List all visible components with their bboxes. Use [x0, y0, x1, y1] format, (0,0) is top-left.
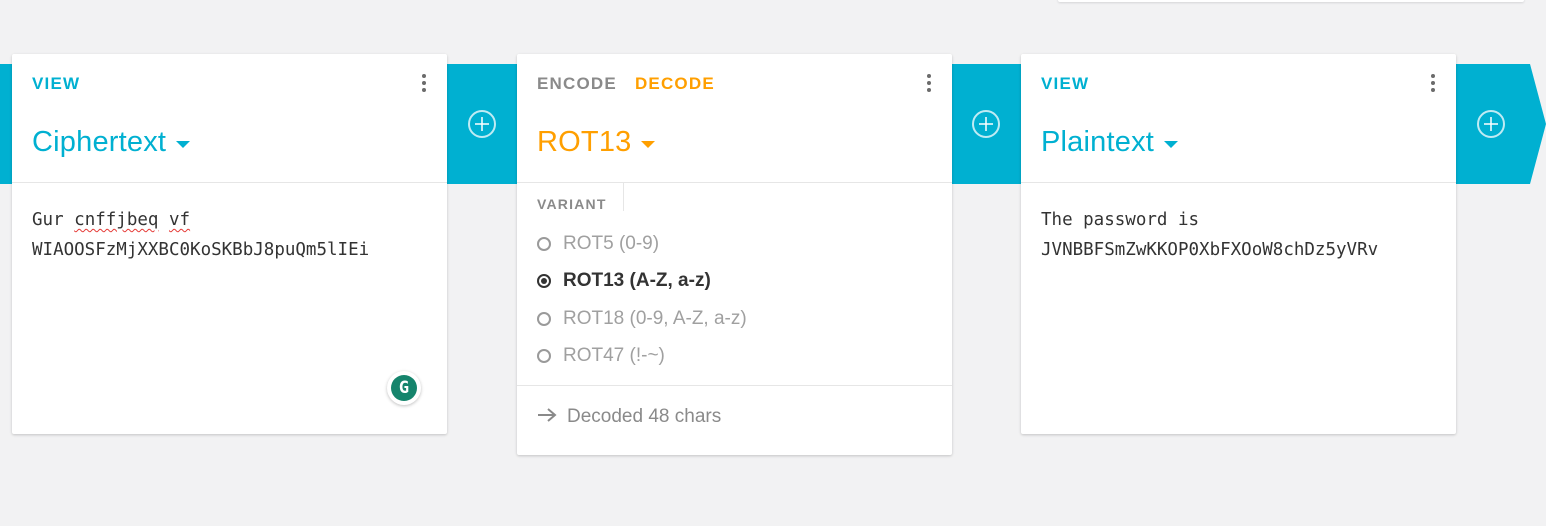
- top-panel: [1058, 0, 1524, 2]
- plus-circle-icon: [468, 110, 496, 138]
- caret-down-icon: [641, 141, 656, 148]
- add-step-button-2[interactable]: [971, 109, 1001, 139]
- more-vert-icon[interactable]: [924, 74, 934, 96]
- tab-decode[interactable]: DECODE: [635, 74, 715, 94]
- plus-circle-icon: [972, 110, 1000, 138]
- arrow-right-icon: [537, 406, 557, 428]
- radio-button[interactable]: [537, 274, 551, 289]
- plaintext-textarea[interactable]: The password is JVNBBFSmZwKKOP0XbFXOoW8c…: [1021, 183, 1456, 433]
- card-tabs: ENCODE DECODE: [537, 74, 715, 94]
- variant-header: VARIANT: [517, 183, 952, 213]
- text-line-2: WIAOOSFzMjXXBC0KoSKBbJ8puQm5lIEi: [32, 240, 370, 260]
- card-header: VIEW Plaintext: [1021, 54, 1456, 183]
- card-title: ROT13: [537, 126, 632, 158]
- more-vert-icon[interactable]: [419, 74, 429, 96]
- brick-selector[interactable]: ROT13: [537, 126, 656, 159]
- text-line-2: JVNBBFSmZwKKOP0XbFXOoW8chDz5yVRv: [1041, 240, 1379, 260]
- tab-view[interactable]: VIEW: [32, 74, 80, 94]
- text-line-1: The password is: [1041, 210, 1200, 230]
- variant-label: VARIANT: [537, 196, 607, 212]
- status-footer: Decoded 48 chars: [517, 385, 952, 448]
- plus-circle-icon: [1477, 110, 1505, 138]
- text-line-1: Gur cnffjbeq vf: [32, 205, 427, 235]
- caret-down-icon: [176, 141, 191, 148]
- card-header: ENCODE DECODE ROT13: [517, 54, 952, 183]
- divider: [623, 183, 624, 211]
- misspelled-word: cnffjbeq: [74, 210, 159, 230]
- brick-selector[interactable]: Plaintext: [1041, 126, 1179, 159]
- radio-button[interactable]: [537, 311, 551, 326]
- brick-selector[interactable]: Ciphertext: [32, 126, 191, 159]
- option-rot13[interactable]: ROT13 (A-Z, a-z): [537, 263, 952, 301]
- radio-button[interactable]: [537, 236, 551, 251]
- card-tabs: VIEW: [1041, 74, 1089, 94]
- add-step-button-3[interactable]: [1476, 109, 1506, 139]
- card-title: Plaintext: [1041, 126, 1155, 158]
- option-rot47[interactable]: ROT47 (!-~): [537, 338, 952, 376]
- card-header: VIEW Ciphertext: [12, 54, 447, 183]
- tab-view[interactable]: VIEW: [1041, 74, 1089, 94]
- radio-button[interactable]: [537, 349, 551, 364]
- option-label: ROT5 (0-9): [563, 232, 660, 254]
- tab-encode[interactable]: ENCODE: [537, 74, 617, 94]
- misspelled-word: vf: [169, 210, 191, 230]
- rot13-card: ENCODE DECODE ROT13 VARIANT ROT5 (0-9) R…: [517, 54, 952, 455]
- option-label: ROT47 (!-~): [563, 345, 665, 367]
- caret-down-icon: [1164, 141, 1179, 148]
- more-vert-icon[interactable]: [1428, 74, 1438, 96]
- grammarly-icon[interactable]: G: [387, 371, 421, 405]
- add-step-button-1[interactable]: [467, 109, 497, 139]
- option-rot5[interactable]: ROT5 (0-9): [537, 225, 952, 263]
- option-label: ROT18 (0-9, A-Z, a-z): [563, 307, 747, 329]
- variant-options: ROT5 (0-9) ROT13 (A-Z, a-z) ROT18 (0-9, …: [517, 213, 952, 385]
- option-rot18[interactable]: ROT18 (0-9, A-Z, a-z): [537, 300, 952, 338]
- text-word: Gur: [32, 210, 64, 230]
- ciphertext-textarea[interactable]: Gur cnffjbeq vf WIAOOSFzMjXXBC0KoSKBbJ8p…: [12, 183, 447, 433]
- status-text: Decoded 48 chars: [567, 406, 722, 427]
- grammarly-glyph: G: [391, 375, 417, 401]
- card-tabs: VIEW: [32, 74, 80, 94]
- card-title: Ciphertext: [32, 126, 167, 158]
- pipeline-band-1: [0, 64, 12, 184]
- option-label: ROT13 (A-Z, a-z): [563, 270, 711, 292]
- ciphertext-card: VIEW Ciphertext Gur cnffjbeq vf WIAOOSFz…: [12, 54, 447, 434]
- plaintext-card: VIEW Plaintext The password is JVNBBFSmZ…: [1021, 54, 1456, 434]
